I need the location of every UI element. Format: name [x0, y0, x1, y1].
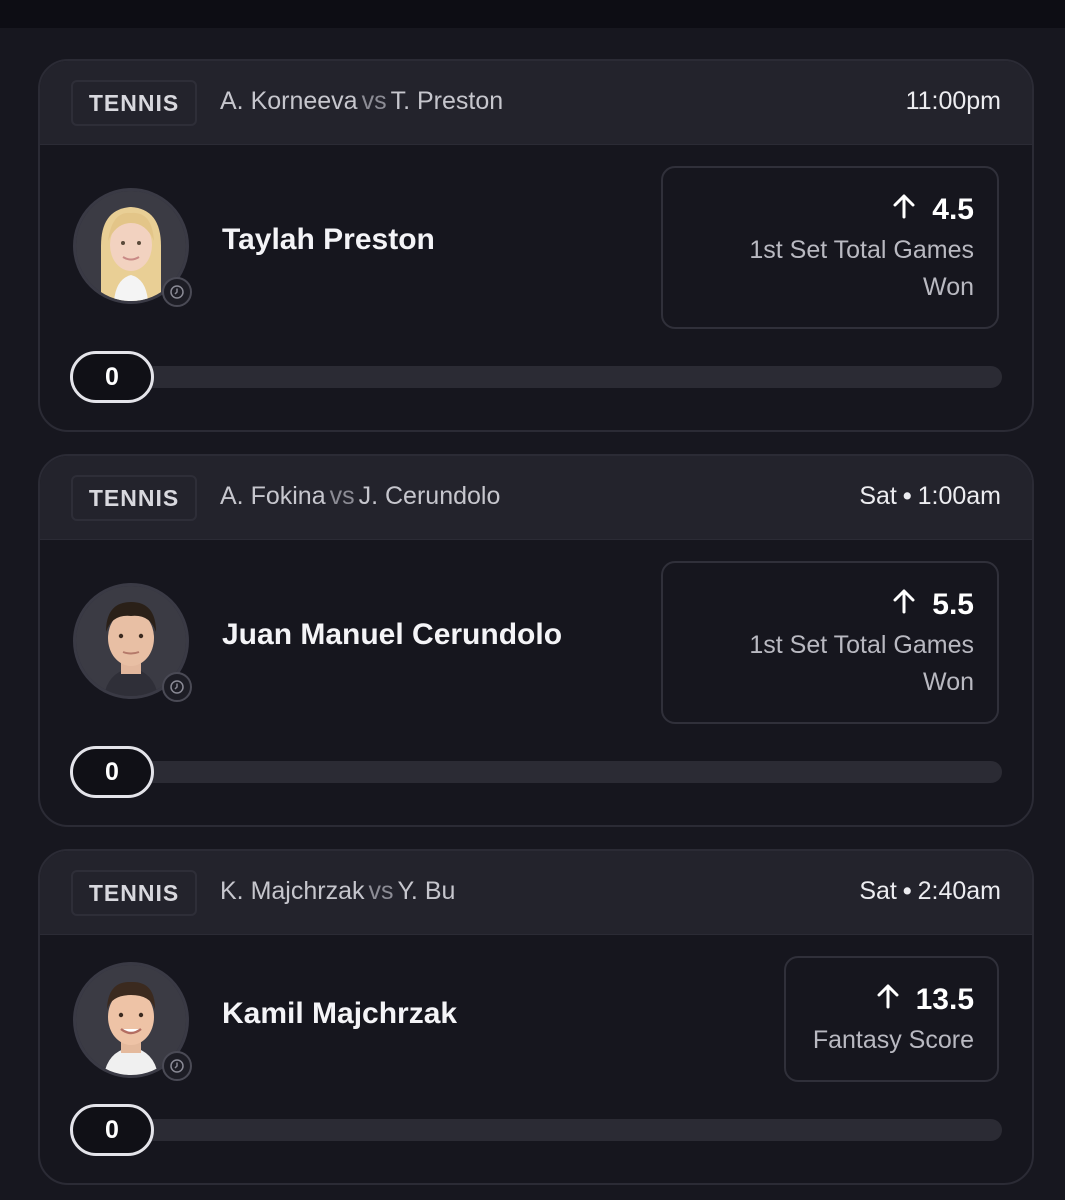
player-avatar-wrap — [73, 962, 192, 1081]
matchup-player-2: Y. Bu — [397, 877, 456, 905]
matchup-player-1: A. Korneeva — [220, 87, 358, 115]
stat-type: 1st Set Total Games Won — [683, 232, 974, 306]
arrow-up-icon — [874, 982, 902, 1018]
player-avatar-wrap — [73, 583, 192, 702]
card-header: TENNIS A. Fokina vs J. Cerundolo Sat • 1:00a… — [40, 456, 1032, 540]
sport-badge: TENNIS — [71, 870, 197, 916]
projection-box[interactable]: 4.5 1st Set Total Games Won — [661, 166, 999, 329]
current-value-pill: 0 — [70, 746, 154, 798]
sport-badge: TENNIS — [71, 475, 197, 521]
clock-icon — [162, 277, 192, 307]
day-separator: • — [902, 482, 912, 510]
stat-type-line-2: Won — [923, 273, 974, 301]
picks-list: TENNIS A. KorneevavsT. Preston 11:00pm — [4, 28, 1061, 1200]
card-header: TENNIS K. Majchrzak vs Y. Bu Sat • 2:40am — [40, 851, 1032, 935]
player-name: Juan Manuel Cerundolo — [222, 618, 563, 651]
clock-icon — [162, 1051, 192, 1081]
matchup-vs: vs — [329, 482, 355, 510]
player-name: Taylah Preston — [222, 223, 435, 256]
stat-type-line-1: Fantasy Score — [812, 1026, 974, 1054]
matchup-player-1: A. Fokina — [220, 482, 326, 510]
day-separator: • — [902, 877, 912, 905]
game-time-value: 11:00pm — [905, 87, 1001, 115]
pick-card[interactable]: TENNIS A. Fokina vs J. Cerundolo Sat • 1:00a… — [38, 454, 1034, 827]
projection-value: 13.5 — [915, 983, 974, 1016]
clock-icon — [162, 672, 192, 702]
current-value-pill: 0 — [70, 351, 154, 403]
player-name: Kamil Majchrzak — [222, 997, 458, 1030]
progress-track — [70, 1119, 1002, 1141]
game-time: Sat • 1:00am — [859, 482, 1001, 511]
game-day: Sat — [859, 877, 897, 905]
game-time-value: 1:00am — [917, 482, 1001, 510]
stat-type-line-1: 1st Set Total Games — [749, 631, 974, 659]
stat-type-line-2: Won — [923, 668, 974, 696]
matchup-player-1: K. Majchrzak — [220, 877, 365, 905]
stat-type: 1st Set Total Games Won — [683, 627, 974, 701]
game-day: Sat — [859, 482, 897, 510]
pick-card[interactable]: TENNIS K. Majchrzak vs Y. Bu Sat • 2:40am — [38, 849, 1034, 1185]
arrow-up-icon — [890, 192, 918, 228]
pick-card[interactable]: TENNIS A. KorneevavsT. Preston 11:00pm — [38, 59, 1034, 432]
game-time: Sat • 2:40am — [859, 877, 1001, 906]
matchup-player-2: J. Cerundolo — [358, 482, 501, 510]
projection-box[interactable]: 5.5 1st Set Total Games Won — [661, 561, 999, 724]
matchup-player-2: T. Preston — [390, 87, 504, 115]
arrow-up-icon — [890, 587, 918, 623]
progress-track — [70, 366, 1002, 388]
stat-type-line-1: 1st Set Total Games — [749, 236, 974, 264]
game-time-value: 2:40am — [917, 877, 1001, 905]
matchup-vs: vs — [361, 87, 387, 115]
player-avatar-wrap — [73, 188, 192, 307]
projection-line: 4.5 — [683, 190, 974, 230]
current-value-pill: 0 — [70, 1104, 154, 1156]
sport-badge: TENNIS — [71, 80, 197, 126]
matchup: K. Majchrzak vs Y. Bu — [220, 877, 455, 906]
projection-box[interactable]: 13.5 Fantasy Score — [784, 956, 999, 1082]
top-bar — [0, 0, 1065, 28]
matchup: A. Fokina vs J. Cerundolo — [220, 482, 500, 511]
stat-type: Fantasy Score — [806, 1022, 974, 1059]
card-header: TENNIS A. Korneeva vs T. Preston 11:00pm — [40, 61, 1032, 145]
matchup-vs: vs — [368, 877, 394, 905]
progress-track — [70, 761, 1002, 783]
projection-value: 4.5 — [932, 193, 974, 226]
projection-line: 13.5 — [806, 980, 974, 1020]
matchup: A. Korneeva vs T. Preston — [220, 87, 503, 116]
projection-value: 5.5 — [932, 588, 974, 621]
projection-line: 5.5 — [683, 585, 974, 625]
game-time: 11:00pm — [906, 87, 1001, 116]
